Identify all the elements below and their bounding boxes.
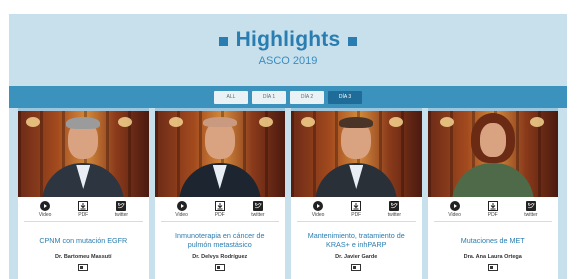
pdf-label: PDF xyxy=(487,212,498,218)
day-tab-bar: ALL DÍA 1 DÍA 2 DÍA 3 xyxy=(9,86,567,108)
pdf-label: PDF xyxy=(78,212,89,218)
pdf-label: PDF xyxy=(351,212,362,218)
speaker-photo[interactable] xyxy=(18,111,149,197)
play-circle-icon xyxy=(449,201,460,211)
video-link[interactable]: Video xyxy=(440,201,470,219)
media-links: Video PDF twitter xyxy=(155,197,286,219)
play-circle-icon xyxy=(40,201,51,211)
speaker-head xyxy=(479,123,506,157)
twitter-link[interactable]: twitter xyxy=(106,201,136,219)
download-icon xyxy=(78,201,89,211)
card-divider xyxy=(24,221,143,222)
tab-dia-1[interactable]: DÍA 1 xyxy=(252,90,286,104)
talk-title[interactable]: Mantenimiento, tratamiento de KRAS+ e in… xyxy=(299,230,414,250)
card-divider xyxy=(297,221,416,222)
video-link[interactable]: Video xyxy=(303,201,333,219)
video-label: Video xyxy=(38,212,52,218)
lamp-light xyxy=(26,117,40,127)
media-links: Video PDF twitter xyxy=(428,197,559,219)
speaker-card[interactable]: Video PDF twitter Mutaciones de MET Dra.… xyxy=(427,108,559,279)
twitter-link[interactable]: twitter xyxy=(243,201,273,219)
page-title: Highlights xyxy=(235,28,341,51)
lamp-light xyxy=(439,117,454,127)
media-links: Video PDF twitter xyxy=(18,197,149,219)
lamp-light xyxy=(389,117,403,127)
video-link[interactable]: Video xyxy=(167,201,197,219)
pdf-link[interactable]: PDF xyxy=(205,201,235,219)
twitter-icon xyxy=(389,201,400,211)
play-circle-icon xyxy=(313,201,324,211)
page-subtitle: ASCO 2019 xyxy=(258,55,318,67)
profile-card-icon[interactable] xyxy=(351,264,362,271)
tab-all[interactable]: ALL xyxy=(214,90,248,104)
download-icon xyxy=(214,201,225,211)
lamp-light xyxy=(258,117,273,127)
play-circle-icon xyxy=(176,201,187,211)
speaker-card[interactable]: Video PDF twitter Mantenimiento, tratami… xyxy=(291,108,422,279)
speaker-hair xyxy=(66,117,101,129)
video-label: Video xyxy=(175,212,188,218)
speaker-torso xyxy=(451,163,534,197)
lamp-light xyxy=(529,117,544,127)
twitter-label: twitter xyxy=(387,212,402,218)
lamp-light xyxy=(301,117,315,127)
speaker-name: Dra. Ana Laura Ortega xyxy=(463,254,522,260)
card-divider xyxy=(160,221,279,222)
card-divider xyxy=(433,221,552,222)
twitter-label: twitter xyxy=(114,212,129,218)
speaker-photo[interactable] xyxy=(427,111,558,197)
lamp-light xyxy=(118,117,132,127)
profile-card-icon[interactable] xyxy=(487,264,498,271)
talk-title[interactable]: Mutaciones de MET xyxy=(436,230,551,250)
profile-card-icon[interactable] xyxy=(214,264,225,271)
speaker-name: Dr. Bartomeu Massutí xyxy=(54,254,112,260)
speaker-hair xyxy=(202,117,237,127)
pdf-link[interactable]: PDF xyxy=(478,201,508,219)
tab-dia-3[interactable]: DÍA 3 xyxy=(328,90,362,104)
pdf-link[interactable]: PDF xyxy=(341,201,371,219)
title-square-right-icon xyxy=(348,37,358,46)
twitter-label: twitter xyxy=(524,212,538,218)
speaker-hair xyxy=(339,117,374,128)
twitter-icon xyxy=(525,201,536,211)
talk-title[interactable]: CPNM con mutación EGFR xyxy=(26,230,141,250)
twitter-icon xyxy=(116,201,127,211)
title-row: Highlights xyxy=(9,28,567,52)
video-label: Video xyxy=(448,212,461,218)
pdf-label: PDF xyxy=(214,212,225,218)
pdf-link[interactable]: PDF xyxy=(68,201,98,219)
speaker-name: Dr. Javier Garde xyxy=(335,254,378,260)
speaker-photo[interactable] xyxy=(291,111,422,197)
speaker-name: Dr. Delvys Rodríguez xyxy=(192,254,248,260)
highlights-header: Highlights ASCO 2019 xyxy=(9,28,567,67)
speaker-card[interactable]: Video PDF twitter Inmunoterapia en cánce… xyxy=(154,108,286,279)
speaker-cards: Video PDF twitter CPNM con mutación EGFR… xyxy=(18,108,558,279)
twitter-icon xyxy=(252,201,263,211)
lamp-light xyxy=(168,117,183,127)
twitter-link[interactable]: twitter xyxy=(379,201,409,219)
speaker-photo[interactable] xyxy=(154,111,285,197)
talk-title[interactable]: Inmunoterapia en cáncer de pulmón metast… xyxy=(163,230,278,250)
media-links: Video PDF twitter xyxy=(291,197,422,219)
highlights-panel: Highlights ASCO 2019 ALL DÍA 1 DÍA 2 DÍA… xyxy=(9,14,567,279)
twitter-label: twitter xyxy=(251,212,265,218)
title-square-left-icon xyxy=(218,37,228,46)
tab-dia-2[interactable]: DÍA 2 xyxy=(290,90,324,104)
download-icon xyxy=(351,201,362,211)
download-icon xyxy=(487,201,498,211)
video-label: Video xyxy=(311,212,325,218)
profile-card-icon[interactable] xyxy=(78,264,89,271)
video-link[interactable]: Video xyxy=(30,201,60,219)
twitter-link[interactable]: twitter xyxy=(516,201,546,219)
speaker-card[interactable]: Video PDF twitter CPNM con mutación EGFR… xyxy=(18,108,149,279)
